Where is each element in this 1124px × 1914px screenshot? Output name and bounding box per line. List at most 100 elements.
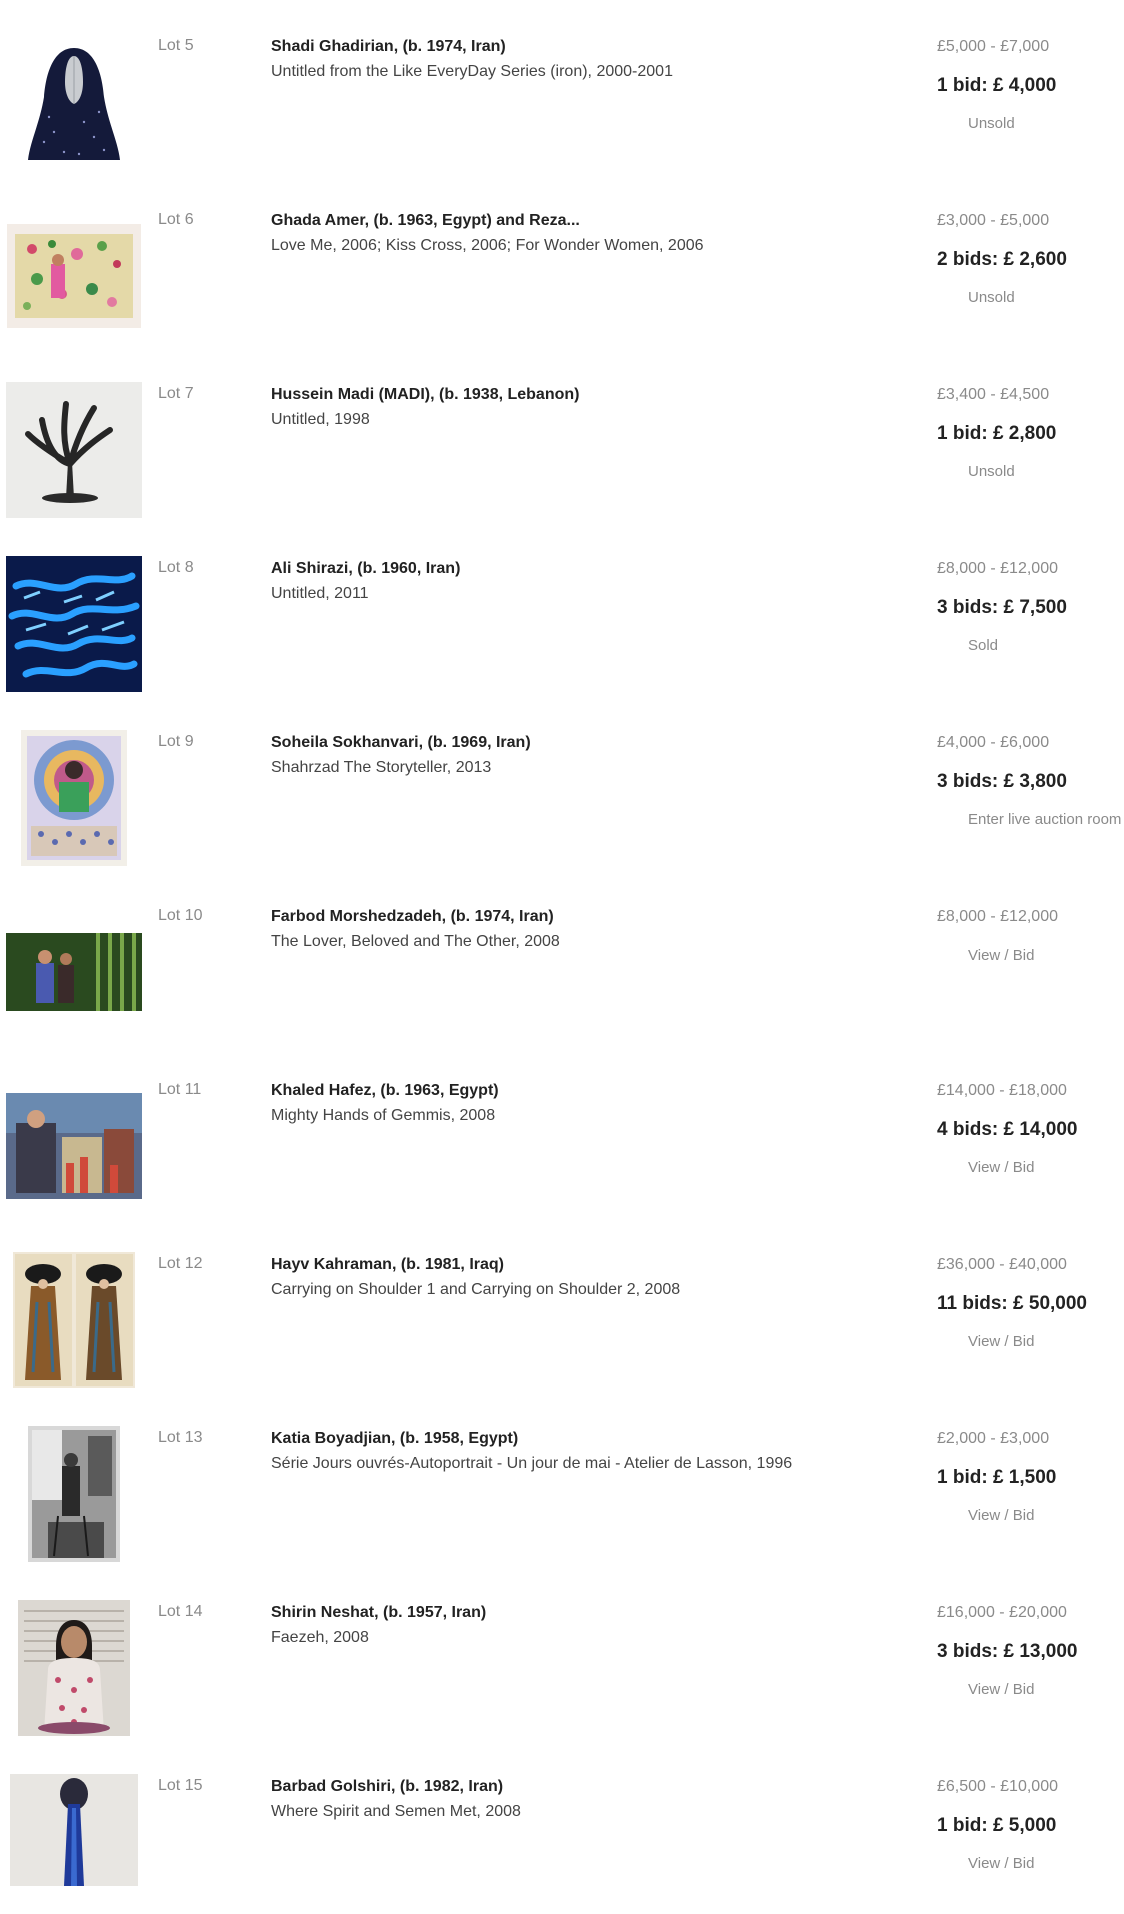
estimate: £8,000 - £12,000 [937, 560, 1058, 577]
view-bid-link[interactable]: View / Bid [937, 1333, 1124, 1351]
artwork-image [21, 730, 127, 866]
lot-number: Lot 7 [158, 385, 194, 402]
lot-status: Sold [968, 637, 999, 654]
lot-details: Hayv Kahraman, (b. 1981, Iraq) Carrying … [271, 1255, 911, 1300]
artwork-thumbnail-lot-14[interactable] [6, 1600, 142, 1736]
artist-name-link[interactable]: Shadi Ghadirian, (b. 1974, Iran) [271, 37, 911, 57]
artwork-title: Mighty Hands of Gemmis, 2008 [271, 1107, 496, 1124]
artwork-title: The Lover, Beloved and The Other, 2008 [271, 933, 560, 950]
lot-details: Hussein Madi (MADI), (b. 1938, Lebanon) … [271, 385, 911, 430]
estimate: £6,500 - £10,000 [937, 1778, 1058, 1795]
artwork-thumbnail-lot-6[interactable] [6, 208, 142, 344]
artwork-title: Untitled, 2011 [271, 585, 369, 602]
view-bid-link[interactable]: View / Bid [937, 1159, 1124, 1177]
artist-name-link[interactable]: Hayv Kahraman, (b. 1981, Iraq) [271, 1255, 911, 1275]
artist-name-link[interactable]: Shirin Neshat, (b. 1957, Iran) [271, 1603, 911, 1623]
lot-row-14: Lot 14 Shirin Neshat, (b. 1957, Iran) Fa… [0, 1566, 1124, 1740]
bid-summary: 1 bid: £ 4,000 [937, 75, 1057, 96]
artist-name-link[interactable]: Farbod Morshedzadeh, (b. 1974, Iran) [271, 907, 911, 927]
lot-row-13: Lot 13 Katia Boyadjian, (b. 1958, Egypt)… [0, 1392, 1124, 1566]
lot-details: Khaled Hafez, (b. 1963, Egypt) Mighty Ha… [271, 1081, 911, 1126]
estimate: £5,000 - £7,000 [937, 38, 1050, 55]
price-column: £6,500 - £10,000 1 bid: £ 5,000 View / B… [937, 1777, 1124, 1873]
artwork-image [6, 933, 142, 1011]
artist-name-link[interactable]: Soheila Sokhanvari, (b. 1969, Iran) [271, 733, 911, 753]
artwork-title: Série Jours ouvrés-Autoportrait - Un jou… [271, 1455, 793, 1472]
artwork-image [6, 1093, 142, 1199]
price-column: £8,000 - £12,000 View / Bid [937, 907, 1124, 965]
view-bid-link[interactable]: View / Bid [937, 1507, 1124, 1525]
bid-summary: 1 bid: £ 5,000 [937, 1815, 1057, 1836]
lot-row-7: Lot 7 Hussein Madi (MADI), (b. 1938, Leb… [0, 348, 1124, 522]
artwork-image [7, 224, 141, 328]
lot-number: Lot 13 [158, 1429, 203, 1446]
artwork-image [13, 1252, 135, 1388]
artwork-thumbnail-lot-7[interactable] [6, 382, 142, 518]
lot-number: Lot 9 [158, 733, 194, 750]
lot-row-6: Lot 6 Ghada Amer, (b. 1963, Egypt) and R… [0, 174, 1124, 348]
artwork-image [18, 1600, 130, 1736]
artwork-title: Shahrzad The Storyteller, 2013 [271, 759, 492, 776]
artist-name-link[interactable]: Ghada Amer, (b. 1963, Egypt) and Reza... [271, 211, 911, 231]
bid-summary: 1 bid: £ 1,500 [937, 1467, 1057, 1488]
estimate: £16,000 - £20,000 [937, 1604, 1067, 1621]
artist-name-link[interactable]: Hussein Madi (MADI), (b. 1938, Lebanon) [271, 385, 911, 405]
price-column: £8,000 - £12,000 3 bids: £ 7,500 Sold [937, 559, 1124, 655]
artwork-thumbnail-lot-11[interactable] [6, 1078, 142, 1214]
bid-summary: 3 bids: £ 7,500 [937, 597, 1067, 618]
lot-number: Lot 11 [158, 1081, 202, 1098]
bid-summary: 11 bids: £ 50,000 [937, 1293, 1087, 1314]
artwork-image [6, 382, 142, 518]
artwork-thumbnail-lot-8[interactable] [6, 556, 142, 692]
lot-number: Lot 6 [158, 211, 194, 228]
artwork-title: Faezeh, 2008 [271, 1629, 369, 1646]
lot-row-12: Lot 12 Hayv Kahraman, (b. 1981, Iraq) Ca… [0, 1218, 1124, 1392]
lot-number: Lot 15 [158, 1777, 203, 1794]
lot-status: Unsold [968, 115, 1015, 132]
price-column: £4,000 - £6,000 3 bids: £ 3,800 Enter li… [937, 733, 1124, 829]
artwork-title: Where Spirit and Semen Met, 2008 [271, 1803, 521, 1820]
artwork-thumbnail-lot-10[interactable] [6, 904, 142, 1040]
artwork-thumbnail-lot-9[interactable] [6, 730, 142, 866]
artist-name-link[interactable]: Katia Boyadjian, (b. 1958, Egypt) [271, 1429, 911, 1449]
price-column: £36,000 - £40,000 11 bids: £ 50,000 View… [937, 1255, 1124, 1351]
bid-summary: 3 bids: £ 13,000 [937, 1641, 1078, 1662]
lot-number: Lot 12 [158, 1255, 203, 1272]
lot-details: Soheila Sokhanvari, (b. 1969, Iran) Shah… [271, 733, 911, 778]
estimate: £3,400 - £4,500 [937, 386, 1050, 403]
artwork-title: Untitled from the Like EveryDay Series (… [271, 63, 673, 80]
view-bid-link[interactable]: View / Bid [937, 1855, 1124, 1873]
artwork-thumbnail-lot-13[interactable] [6, 1426, 142, 1562]
estimate: £14,000 - £18,000 [937, 1082, 1067, 1099]
lot-details: Barbad Golshiri, (b. 1982, Iran) Where S… [271, 1777, 911, 1822]
lot-details: Shadi Ghadirian, (b. 1974, Iran) Untitle… [271, 37, 911, 82]
artwork-thumbnail-lot-15[interactable] [6, 1774, 142, 1886]
artwork-image [28, 1426, 120, 1562]
artist-name-link[interactable]: Barbad Golshiri, (b. 1982, Iran) [271, 1777, 911, 1797]
lot-row-10: Lot 10 Farbod Morshedzadeh, (b. 1974, Ir… [0, 870, 1124, 1044]
artwork-thumbnail-lot-12[interactable] [6, 1252, 142, 1388]
enter-live-auction-link[interactable]: Enter live auction room [937, 811, 1124, 829]
lot-row-15: Lot 15 Barbad Golshiri, (b. 1982, Iran) … [0, 1740, 1124, 1914]
lot-number: Lot 8 [158, 559, 194, 576]
bid-summary: 4 bids: £ 14,000 [937, 1119, 1078, 1140]
view-bid-link[interactable]: View / Bid [937, 1681, 1124, 1699]
price-column: £5,000 - £7,000 1 bid: £ 4,000 Unsold [937, 37, 1124, 133]
artwork-image [24, 42, 124, 162]
lot-details: Shirin Neshat, (b. 1957, Iran) Faezeh, 2… [271, 1603, 911, 1648]
estimate: £4,000 - £6,000 [937, 734, 1050, 751]
price-column: £14,000 - £18,000 4 bids: £ 14,000 View … [937, 1081, 1124, 1177]
lot-status: Unsold [968, 289, 1015, 306]
artwork-title: Untitled, 1998 [271, 411, 370, 428]
artist-name-link[interactable]: Khaled Hafez, (b. 1963, Egypt) [271, 1081, 911, 1101]
bid-summary: 1 bid: £ 2,800 [937, 423, 1057, 444]
artist-name-link[interactable]: Ali Shirazi, (b. 1960, Iran) [271, 559, 911, 579]
lot-row-8: Lot 8 Ali Shirazi, (b. 1960, Iran) Untit… [0, 522, 1124, 696]
view-bid-link[interactable]: View / Bid [937, 947, 1124, 965]
artwork-title: Carrying on Shoulder 1 and Carrying on S… [271, 1281, 681, 1298]
bid-summary: 2 bids: £ 2,600 [937, 249, 1067, 270]
artwork-image [6, 556, 142, 692]
lot-details: Katia Boyadjian, (b. 1958, Egypt) Série … [271, 1429, 911, 1474]
artwork-thumbnail-lot-5[interactable] [6, 34, 142, 170]
lot-row-5: Lot 5 Shadi Ghadirian, (b. 1974, Iran) U… [0, 0, 1124, 174]
